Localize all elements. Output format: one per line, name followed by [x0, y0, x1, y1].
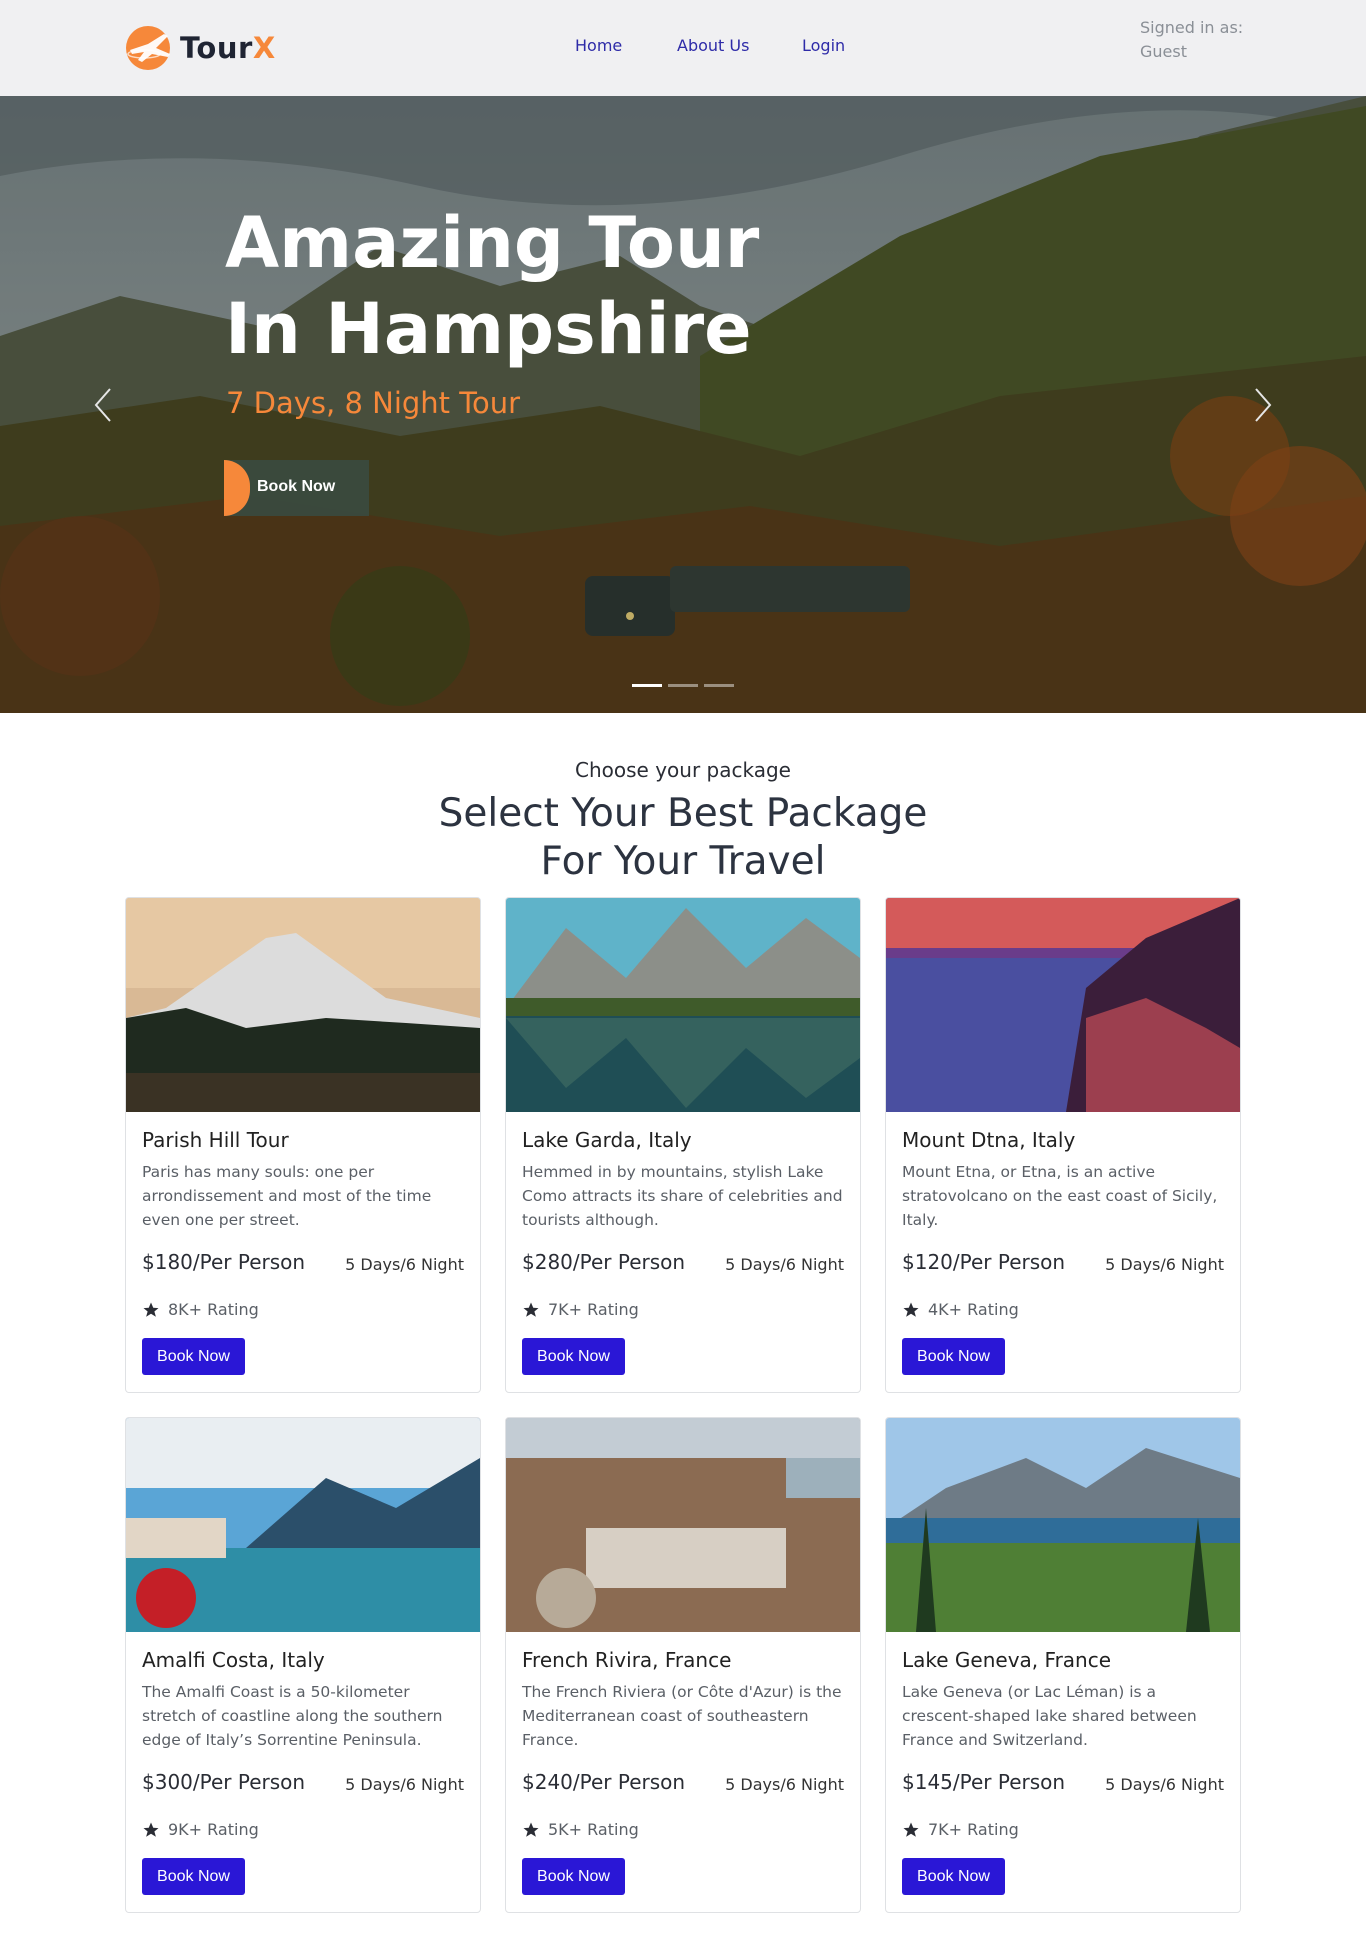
hero-title-line2: In Hampshire [225, 288, 752, 370]
package-price: $300/Per Person [142, 1770, 306, 1794]
carousel-indicator-3[interactable] [704, 684, 734, 687]
package-book-now-button[interactable]: Book Now [142, 1338, 245, 1375]
section-heading: Select Your Best Package For Your Travel [0, 790, 1366, 886]
package-title: Amalfi Costa, Italy [142, 1648, 325, 1672]
package-photo [886, 898, 1240, 1112]
package-description: Hemmed in by mountains, stylish Lake Com… [522, 1163, 843, 1229]
package-card: Amalfi Costa, Italy The Amalfi Coast is a… [125, 1417, 481, 1913]
package-photo [126, 1418, 480, 1632]
package-book-now-button[interactable]: Book Now [522, 1858, 625, 1895]
signed-in-label: Signed in as: [1140, 18, 1244, 37]
package-duration: 5 Days/6 Night [1105, 1775, 1224, 1794]
package-rating: 7K+ Rating [522, 1300, 639, 1319]
package-book-now-button[interactable]: Book Now [902, 1338, 1005, 1375]
section-heading-line2: For Your Travel [540, 839, 826, 884]
package-card: Lake Garda, Italy Hemmed in by mountains,… [505, 897, 861, 1393]
star-icon [143, 1822, 159, 1837]
package-rating-text: 9K+ Rating [168, 1820, 259, 1839]
nav-about-link[interactable]: About Us [677, 36, 749, 55]
package-title: French Rivira, France [522, 1648, 732, 1672]
package-book-now-button[interactable]: Book Now [142, 1858, 245, 1895]
hero-background-image [0, 96, 1366, 713]
package-image[interactable] [126, 898, 480, 1112]
star-icon [903, 1822, 919, 1837]
package-duration: 5 Days/6 Night [1105, 1255, 1224, 1274]
package-price: $280/Per Person [522, 1250, 686, 1274]
section-eyebrow: Choose your package [575, 758, 791, 782]
hero-book-now-button[interactable]: Book Now [224, 460, 369, 516]
package-image[interactable] [506, 1418, 860, 1632]
package-duration: 5 Days/6 Night [725, 1775, 844, 1794]
package-title: Lake Geneva, France [902, 1648, 1112, 1672]
package-rating: 4K+ Rating [902, 1300, 1019, 1319]
nav-login-link[interactable]: Login [802, 36, 845, 55]
package-description: The Amalfi Coast is a 50-kilometer stret… [142, 1683, 443, 1749]
package-rating-text: 4K+ Rating [928, 1300, 1019, 1319]
package-photo [506, 898, 860, 1112]
package-duration: 5 Days/6 Night [345, 1775, 464, 1794]
star-icon [903, 1302, 919, 1317]
carousel-indicators [632, 684, 734, 687]
package-photo [886, 1418, 1240, 1632]
package-rating-text: 7K+ Rating [548, 1300, 639, 1319]
package-title: Parish Hill Tour [142, 1128, 289, 1152]
carousel-indicator-2[interactable] [668, 684, 698, 687]
star-icon [523, 1822, 539, 1837]
package-image[interactable] [886, 1418, 1240, 1632]
package-price: $180/Per Person [142, 1250, 306, 1274]
package-rating: 7K+ Rating [902, 1820, 1019, 1839]
carousel-indicator-1[interactable] [632, 684, 662, 687]
site-header: TourX Home About Us Login Signed in as: … [0, 0, 1366, 96]
chevron-left-icon[interactable] [88, 384, 118, 434]
package-rating: 9K+ Rating [142, 1820, 259, 1839]
package-duration: 5 Days/6 Night [725, 1255, 844, 1274]
package-rating: 5K+ Rating [522, 1820, 639, 1839]
package-rating: 8K+ Rating [142, 1300, 259, 1319]
signed-in-status: Signed in as: Guest [1140, 16, 1243, 64]
package-photo [126, 898, 480, 1112]
hero-carousel: Amazing Tour In Hampshire 7 Days, 8 Night… [0, 96, 1366, 713]
nav-home-link[interactable]: Home [575, 36, 622, 55]
package-image[interactable] [506, 898, 860, 1112]
star-icon [523, 1302, 539, 1317]
package-price: $120/Per Person [902, 1250, 1066, 1274]
airplane-logo-icon [126, 26, 170, 70]
package-card: Lake Geneva, France Lake Geneva (or Lac L… [885, 1417, 1241, 1913]
package-title: Lake Garda, Italy [522, 1128, 692, 1152]
package-book-now-button[interactable]: Book Now [522, 1338, 625, 1375]
star-icon [143, 1302, 159, 1317]
hero-title: Amazing Tour In Hampshire [225, 200, 759, 372]
package-description: The French Riviera (or Côte d'Azur) is t… [522, 1683, 842, 1749]
brand-name: TourX [180, 31, 276, 65]
package-image[interactable] [886, 898, 1240, 1112]
section-heading-line1: Select Your Best Package [438, 791, 928, 836]
hero-subtitle: 7 Days, 8 Night Tour [226, 386, 521, 420]
hero-book-now-label: Book Now [257, 478, 336, 495]
package-image[interactable] [126, 1418, 480, 1632]
package-photo [506, 1418, 860, 1632]
package-price: $240/Per Person [522, 1770, 686, 1794]
package-book-now-button[interactable]: Book Now [902, 1858, 1005, 1895]
signed-in-user: Guest [1140, 42, 1187, 61]
package-card: French Rivira, France The French Riviera … [505, 1417, 861, 1913]
package-duration: 5 Days/6 Night [345, 1255, 464, 1274]
package-rating-text: 5K+ Rating [548, 1820, 639, 1839]
package-card: Mount Dtna, Italy Mount Etna, or Etna, is… [885, 897, 1241, 1393]
package-title: Mount Dtna, Italy [902, 1128, 1076, 1152]
hero-title-line1: Amazing Tour [225, 202, 760, 284]
package-price: $145/Per Person [902, 1770, 1066, 1794]
button-accent-shape [224, 460, 250, 516]
chevron-right-icon[interactable] [1248, 384, 1278, 434]
package-rating-text: 7K+ Rating [928, 1820, 1019, 1839]
brand-logo[interactable]: TourX [124, 24, 276, 72]
package-description: Paris has many souls: one per arrondisse… [142, 1163, 432, 1229]
package-card: Parish Hill Tour Paris has many souls: on… [125, 897, 481, 1393]
package-description: Mount Etna, or Etna, is an active strato… [902, 1163, 1218, 1229]
package-description: Lake Geneva (or Lac Léman) is a crescent… [902, 1683, 1197, 1749]
package-rating-text: 8K+ Rating [168, 1300, 259, 1319]
